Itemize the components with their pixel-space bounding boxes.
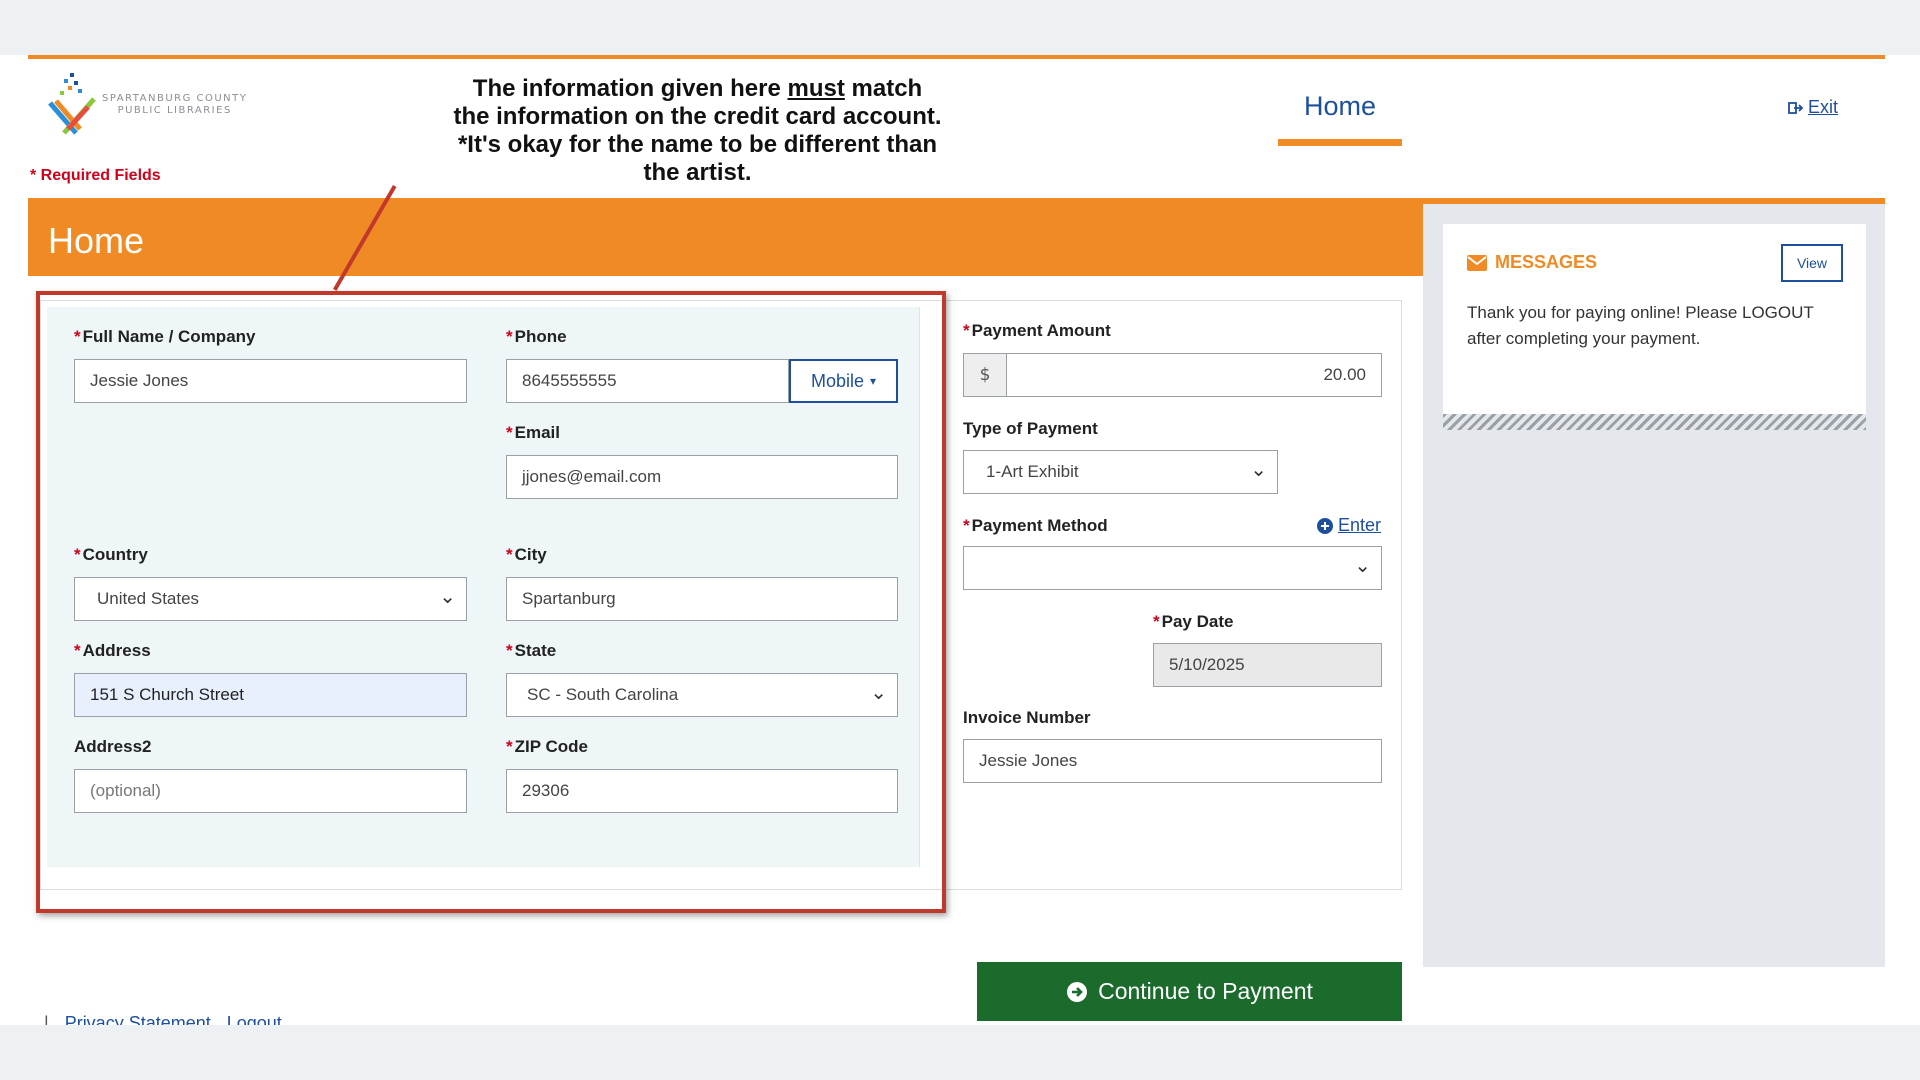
screenshot-slide: SPARTANBURG COUNTY PUBLIC LIBRARIES * Re… (0, 55, 1920, 1025)
city-label: * City (506, 545, 547, 565)
messages-card: MESSAGES View Thank you for paying onlin… (1443, 224, 1866, 414)
page-title: Home (48, 220, 145, 261)
exit-link-label: Exit (1808, 97, 1839, 117)
nav-tab-active-indicator (1278, 139, 1402, 146)
required-marker: * (506, 545, 513, 564)
required-marker: * (1153, 612, 1160, 631)
exit-link[interactable]: Exit (1788, 97, 1838, 118)
phone-label-text: Phone (514, 327, 567, 346)
invoice-number-label: Invoice Number (963, 708, 1091, 727)
phone-type-dropdown[interactable]: Mobile ▾ (789, 359, 898, 403)
messages-panel: MESSAGES View Thank you for paying onlin… (1423, 204, 1885, 967)
required-marker: * (506, 423, 513, 442)
top-accent-rule (28, 55, 1885, 59)
required-marker: * (506, 641, 513, 660)
callout-emphasis: must (787, 75, 845, 102)
callout-line-4: the artist. (643, 159, 752, 186)
footer-links: | Privacy Statement Logout (44, 1013, 282, 1025)
email-label: * Email (506, 423, 560, 443)
page-banner: Home (28, 198, 1423, 276)
required-marker: * (506, 737, 513, 756)
arrow-circle-right-icon (1067, 981, 1088, 1002)
required-marker: * (74, 327, 81, 346)
required-marker: * (74, 545, 81, 564)
full-name-label-text: Full Name / Company (82, 327, 256, 346)
messages-view-button[interactable]: View (1781, 244, 1843, 282)
logout-link[interactable]: Logout (227, 1013, 282, 1025)
payment-method-label: * Payment Method (963, 516, 1108, 536)
callout-line-1: The information given here must match (420, 75, 975, 103)
nav-tab-home[interactable]: Home (1278, 91, 1402, 122)
required-marker: * (963, 321, 970, 340)
pay-date-input: 5/10/2025 (1153, 643, 1382, 687)
callout-line-1-post: match (844, 75, 923, 102)
library-logo-icon (48, 73, 96, 135)
country-label-text: Country (82, 545, 148, 564)
required-marker: * (74, 641, 81, 660)
logo-line-1: SPARTANBURG COUNTY (102, 93, 248, 104)
state-label: * State (506, 641, 556, 661)
callout-line-1-pre: The information given here (472, 75, 788, 102)
pay-date-label: * Pay Date (1153, 612, 1233, 632)
state-select[interactable]: SC - South Carolina (506, 673, 898, 717)
address-input[interactable]: 151 S Church Street (74, 673, 467, 717)
address2-label: Address2 (74, 737, 152, 756)
caret-down-icon: ▾ (870, 374, 877, 388)
payment-type-label: Type of Payment (963, 419, 1098, 438)
logo-text: SPARTANBURG COUNTY PUBLIC LIBRARIES (102, 93, 247, 117)
messages-title: MESSAGES (1495, 252, 1598, 272)
city-label-text: City (514, 545, 547, 564)
annotation-callout: The information given here must match th… (420, 75, 975, 187)
footer-separator: | (44, 1013, 49, 1025)
phone-type-label: Mobile (810, 370, 864, 391)
privacy-statement-link[interactable]: Privacy Statement (65, 1013, 211, 1025)
plus-circle-icon (1317, 517, 1333, 534)
full-name-input[interactable]: Jessie Jones (74, 359, 467, 403)
payment-method-label-text: Payment Method (971, 516, 1108, 535)
required-marker: * (506, 327, 513, 346)
messages-body: Thank you for paying online! Please LOGO… (1467, 303, 1814, 348)
logo-line-2: PUBLIC LIBRARIES (117, 105, 232, 116)
phone-input[interactable]: 8645555555 (506, 359, 789, 403)
required-fields-note: * Required Fields (30, 167, 161, 184)
country-label: * Country (74, 545, 148, 565)
address2-input[interactable]: (optional) (74, 769, 467, 813)
messages-card-hatch (1443, 414, 1866, 430)
city-input[interactable]: Spartanburg (506, 577, 898, 621)
enter-payment-method-link[interactable]: Enter (1317, 515, 1381, 536)
continue-button-label: Continue to Payment (1098, 978, 1313, 1004)
zip-label: * ZIP Code (506, 737, 588, 757)
full-name-label: * Full Name / Company (74, 327, 256, 347)
library-logo[interactable]: SPARTANBURG COUNTY PUBLIC LIBRARIES (44, 71, 254, 141)
state-label-text: State (514, 641, 557, 660)
callout-line-3: *It's okay for the name to be different … (457, 131, 938, 158)
messages-header: MESSAGES (1467, 252, 1597, 273)
required-marker: * (963, 516, 970, 535)
envelope-icon (1467, 254, 1487, 271)
callout-line-2: the information on the credit card accou… (453, 103, 942, 130)
pay-date-label-text: Pay Date (1161, 612, 1234, 631)
exit-icon (1788, 101, 1804, 114)
payment-amount-label: * Payment Amount (963, 321, 1111, 341)
payment-amount-input[interactable]: 20.00 (1006, 353, 1382, 397)
continue-to-payment-button[interactable]: Continue to Payment (977, 962, 1402, 1021)
payment-type-select[interactable]: 1-Art Exhibit (963, 450, 1278, 494)
zip-input[interactable]: 29306 (506, 769, 898, 813)
address-label: * Address (74, 641, 151, 661)
payment-amount-label-text: Payment Amount (971, 321, 1111, 340)
enter-link-label: Enter (1338, 515, 1382, 535)
address-label-text: Address (82, 641, 151, 660)
email-input[interactable]: jjones@email.com (506, 455, 898, 499)
invoice-number-input[interactable]: Jessie Jones (963, 739, 1382, 783)
zip-label-text: ZIP Code (514, 737, 588, 756)
phone-label: * Phone (506, 327, 567, 347)
payment-method-select[interactable] (963, 546, 1382, 590)
country-select[interactable]: United States (74, 577, 467, 621)
email-label-text: Email (514, 423, 560, 442)
currency-addon: $ (963, 353, 1007, 397)
